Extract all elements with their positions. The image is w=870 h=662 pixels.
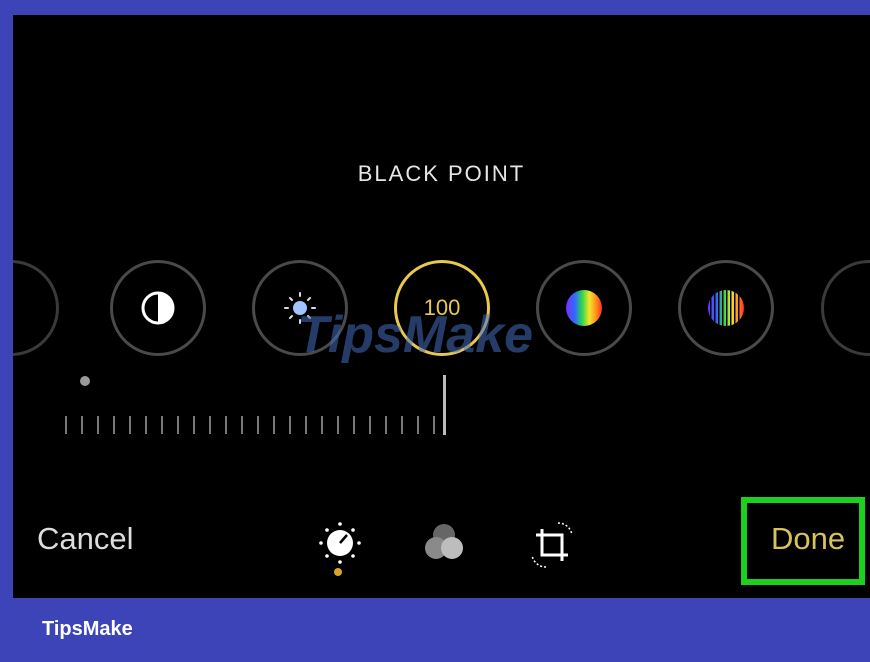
done-button[interactable]: Done bbox=[771, 521, 845, 557]
slider-tick bbox=[65, 416, 67, 434]
adjust-icon bbox=[319, 522, 361, 564]
contrast-icon bbox=[141, 291, 175, 325]
watermark-text: TipsMake bbox=[297, 306, 534, 364]
slider-position-indicator[interactable] bbox=[443, 375, 446, 435]
slider-tick bbox=[417, 416, 419, 434]
slider-tick bbox=[273, 416, 275, 434]
adjust-tool-button[interactable] bbox=[310, 515, 370, 575]
crop-rotate-icon bbox=[531, 522, 573, 568]
slider-tick bbox=[385, 416, 387, 434]
vibrance-icon bbox=[708, 290, 744, 326]
filters-icon bbox=[425, 524, 463, 559]
slider-origin-dot bbox=[80, 376, 90, 386]
adjustment-slider[interactable] bbox=[65, 410, 455, 440]
slider-tick bbox=[177, 416, 179, 434]
dial-partial-left[interactable] bbox=[13, 260, 59, 356]
slider-tick bbox=[401, 416, 403, 434]
dial-saturation[interactable] bbox=[536, 260, 632, 356]
slider-tick bbox=[369, 416, 371, 434]
slider-tick bbox=[337, 416, 339, 434]
crop-tool-button[interactable] bbox=[522, 515, 582, 575]
slider-tick bbox=[209, 416, 211, 434]
slider-tick bbox=[97, 416, 99, 434]
filters-tool-button[interactable] bbox=[414, 515, 474, 575]
saturation-icon bbox=[566, 290, 602, 326]
slider-tick bbox=[113, 416, 115, 434]
slider-tick bbox=[241, 416, 243, 434]
slider-tick bbox=[161, 416, 163, 434]
slider-tick bbox=[321, 416, 323, 434]
slider-tick bbox=[225, 416, 227, 434]
slider-tick bbox=[305, 416, 307, 434]
slider-tick bbox=[81, 416, 83, 434]
dial-contrast[interactable] bbox=[110, 260, 206, 356]
slider-tick bbox=[193, 416, 195, 434]
photo-edit-screen: BLACK POINT 100 TipsMake Cancel Done bbox=[13, 15, 870, 598]
slider-tick bbox=[433, 416, 435, 434]
slider-tick bbox=[289, 416, 291, 434]
slider-tick bbox=[129, 416, 131, 434]
brand-name: TipsMake bbox=[42, 618, 133, 640]
slider-tick bbox=[353, 416, 355, 434]
dial-partial-right[interactable] bbox=[821, 260, 870, 356]
slider-tick bbox=[145, 416, 147, 434]
cancel-button[interactable]: Cancel bbox=[37, 521, 134, 557]
dial-vibrance[interactable] bbox=[678, 260, 774, 356]
slider-tick bbox=[257, 416, 259, 434]
footer-bar: TipsMake bbox=[0, 598, 870, 662]
active-tool-indicator bbox=[334, 568, 342, 576]
adjustment-title: BLACK POINT bbox=[357, 161, 526, 186]
